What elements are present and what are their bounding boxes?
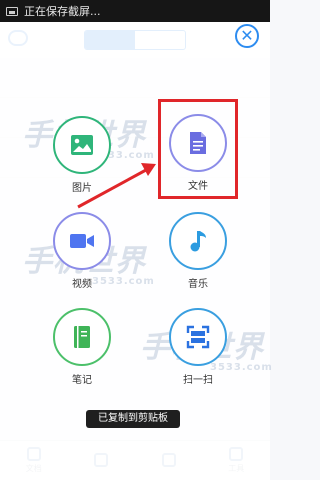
toast-message: 已复制到剪贴板 (86, 410, 180, 428)
annotation-arrow (77, 163, 156, 209)
